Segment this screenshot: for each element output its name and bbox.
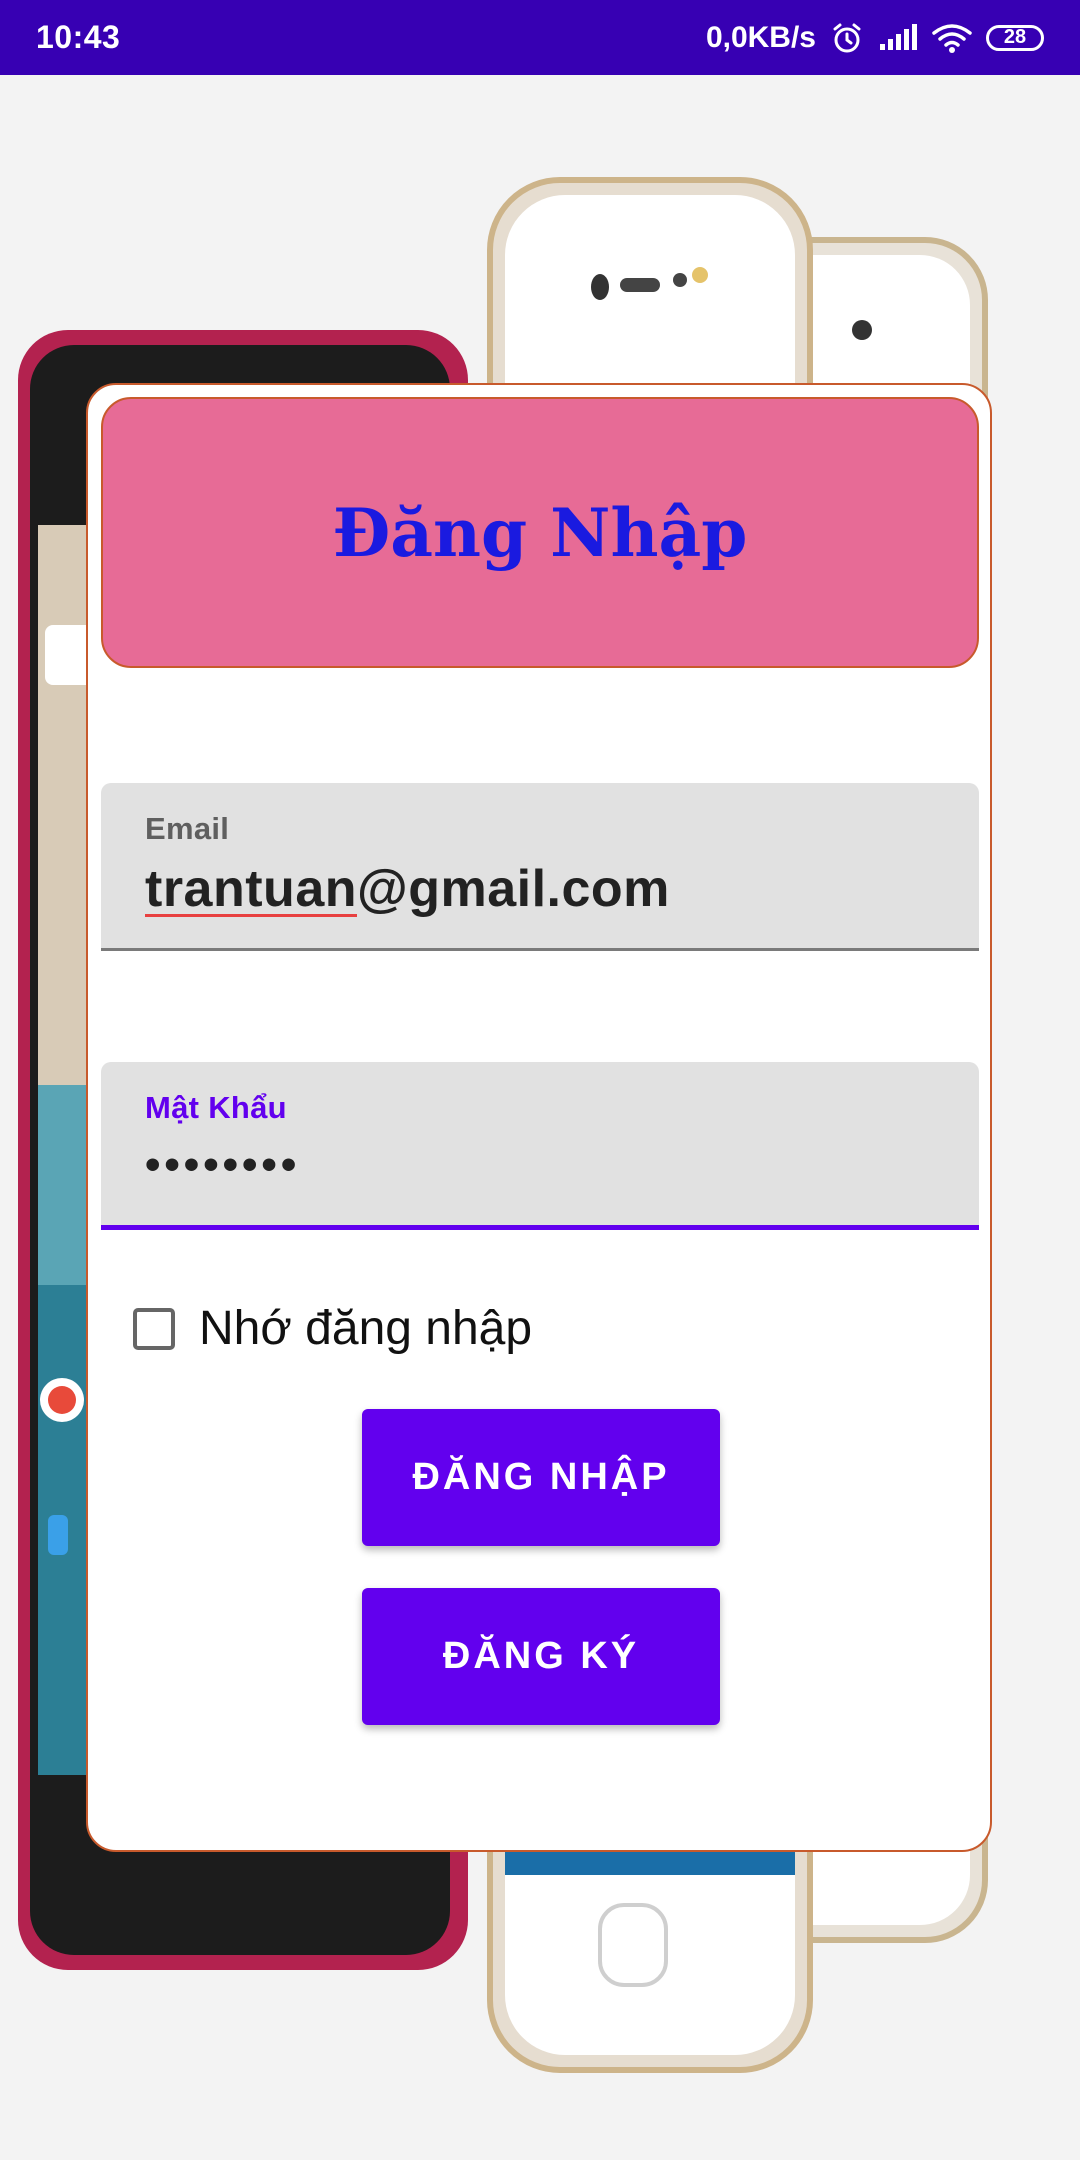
login-card: Đăng Nhập Email trantuan@gmail.com Mật K… xyxy=(86,383,992,1852)
signal-icon xyxy=(878,23,918,52)
login-title: Đăng Nhập xyxy=(332,493,748,572)
email-label: Email xyxy=(145,811,230,846)
password-value[interactable]: •••••••• xyxy=(145,1140,979,1190)
email-value-rest: @gmail.com xyxy=(357,860,670,918)
remember-me-row[interactable]: Nhớ đăng nhập xyxy=(133,1301,532,1356)
email-value-misspelled: trantuan xyxy=(145,860,357,918)
network-speed: 0,0KB/s xyxy=(705,20,816,54)
register-button[interactable]: ĐĂNG KÝ xyxy=(362,1588,720,1725)
login-button[interactable]: ĐĂNG NHẬP xyxy=(362,1409,720,1546)
password-label: Mật Khẩu xyxy=(145,1090,287,1125)
status-time: 10:43 xyxy=(36,19,121,55)
email-field[interactable]: Email trantuan@gmail.com xyxy=(101,783,979,951)
alarm-icon xyxy=(830,21,864,55)
battery-icon: 28 xyxy=(986,24,1044,51)
login-header: Đăng Nhập xyxy=(101,397,979,668)
wifi-icon xyxy=(932,23,972,53)
remember-me-checkbox[interactable] xyxy=(133,1307,175,1350)
battery-level: 28 xyxy=(1003,26,1027,48)
password-field[interactable]: Mật Khẩu •••••••• xyxy=(101,1062,979,1230)
status-icons: 0,0KB/s 28 xyxy=(706,21,1044,55)
email-value[interactable]: trantuan@gmail.com xyxy=(145,859,979,919)
status-bar: 10:43 0,0KB/s 28 xyxy=(0,0,1080,75)
remember-me-label[interactable]: Nhớ đăng nhập xyxy=(199,1301,532,1356)
